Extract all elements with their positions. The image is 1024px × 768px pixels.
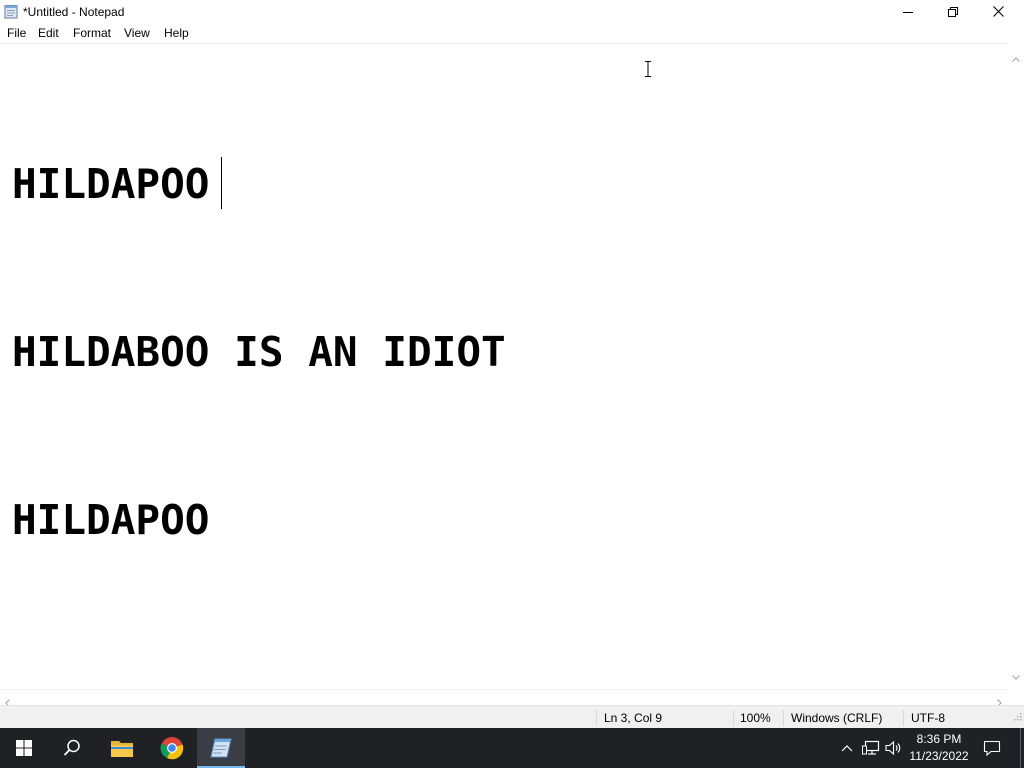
menu-help[interactable]: Help [164,26,189,40]
status-separator [783,710,784,726]
cursor-position: Ln 3, Col 9 [604,711,663,725]
clock-date: 11/23/2022 [909,749,969,763]
show-desktop-button[interactable] [1020,728,1024,768]
taskbar-chrome[interactable] [148,728,196,768]
encoding: UTF-8 [911,711,945,725]
status-separator [733,710,734,726]
zoom-level: 100% [740,711,771,725]
notepad-icon [4,4,18,19]
scroll-up-arrow-icon[interactable] [1012,49,1020,67]
search-icon [63,739,80,756]
clock-time: 8:36 PM [916,732,962,746]
menu-edit[interactable]: Edit [38,26,59,40]
taskbar-file-explorer[interactable] [98,728,146,768]
window-title: *Untitled - Notepad [23,5,125,19]
editor-content[interactable]: HILDAPOO HILDABOO IS AN IDIOT HILDAPOO [12,44,506,660]
menu-file[interactable]: File [7,26,26,40]
menu-bar: File Edit Format View Help [0,23,1024,42]
volume-button[interactable] [883,728,905,768]
scroll-down-arrow-icon[interactable] [1012,667,1020,685]
chrome-icon [160,737,184,760]
network-icon [862,740,880,755]
status-bar: Ln 3, Col 9 100% Windows (CRLF) UTF-8 [0,705,1024,728]
minimize-icon [902,11,913,13]
file-explorer-icon [111,741,133,757]
minimize-button[interactable] [885,0,930,23]
text-line-2: HILDABOO IS AN IDIOT [12,328,506,376]
menu-format[interactable]: Format [73,26,111,40]
vertical-scrollbar[interactable] [1008,43,1024,689]
ibeam-cursor-icon [643,60,653,83]
restore-icon [947,6,958,17]
taskbar-clock[interactable]: 8:36 PM 11/23/2022 [905,731,973,765]
text-editor[interactable]: HILDAPOO HILDABOO IS AN IDIOT HILDAPOO [0,43,1008,689]
action-center-button[interactable] [972,728,1012,768]
close-icon [993,6,1004,17]
line-ending: Windows (CRLF) [791,711,883,725]
resize-grip-icon[interactable] [1012,708,1022,726]
taskbar: 8:36 PM 11/23/2022 [0,728,1024,768]
text-line-1: HILDAPOO [12,160,210,208]
chevron-up-icon [841,745,853,752]
status-separator [596,710,597,726]
restore-button[interactable] [930,0,975,23]
scrollbar-corner [1008,689,1024,705]
search-button[interactable] [48,728,96,768]
notification-icon [983,740,1001,756]
network-button[interactable] [860,728,882,768]
status-separator [903,710,904,726]
close-button[interactable] [976,0,1021,23]
show-hidden-icons-button[interactable] [836,728,858,768]
horizontal-scrollbar[interactable] [0,689,1008,707]
text-line-3: HILDAPOO [12,496,210,544]
speaker-icon [885,740,901,756]
text-caret [221,157,222,209]
notepad-icon [210,738,232,758]
start-button[interactable] [0,728,48,768]
menu-view[interactable]: View [124,26,150,40]
title-bar[interactable]: *Untitled - Notepad [0,0,1024,23]
taskbar-notepad[interactable] [197,728,245,768]
start-icon [16,740,32,756]
